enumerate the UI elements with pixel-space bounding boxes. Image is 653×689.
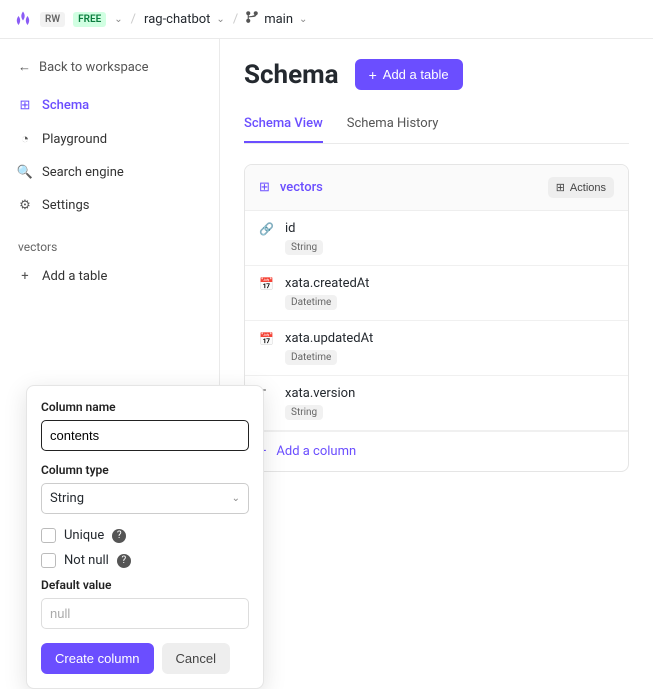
table-card-header: ⊞ vectors ⊞ Actions	[245, 165, 628, 211]
schema-icon: ⊞	[18, 98, 32, 113]
page-header: Schema + Add a table	[244, 59, 629, 90]
chevron-down-icon[interactable]: ⌄	[114, 14, 122, 25]
back-label: Back to workspace	[39, 60, 149, 75]
sidebar-item-label: Schema	[42, 98, 89, 113]
project-crumb[interactable]: rag-chatbot ⌄	[144, 12, 225, 27]
tab-schema-history[interactable]: Schema History	[347, 106, 439, 143]
help-icon[interactable]: ?	[117, 554, 131, 568]
type-chip: Datetime	[285, 295, 337, 310]
cancel-button[interactable]: Cancel	[162, 643, 230, 674]
add-table-button[interactable]: + Add a table	[355, 59, 463, 90]
column-name: xata.updatedAt	[285, 331, 373, 346]
help-icon[interactable]: ?	[112, 529, 126, 543]
sidebar-item-label: Settings	[42, 198, 89, 213]
table-card: ⊞ vectors ⊞ Actions 🔗 id String 📅 xata.c	[244, 164, 629, 472]
column-row[interactable]: 📅 xata.updatedAt Datetime	[245, 321, 628, 376]
main-content: Schema + Add a table Schema View Schema …	[220, 39, 653, 675]
sidebar-item-label: Add a table	[42, 269, 107, 284]
column-name: id	[285, 221, 323, 236]
add-column-button[interactable]: + Add a column	[245, 431, 628, 471]
back-to-workspace[interactable]: ← Back to workspace	[0, 53, 219, 89]
breadcrumb-sep: /	[131, 12, 136, 27]
default-value-input[interactable]	[41, 598, 249, 629]
default-value-label: Default value	[41, 578, 249, 592]
calendar-icon: 📅	[259, 332, 273, 346]
breadcrumb-sep: /	[233, 12, 238, 27]
unique-checkbox-row[interactable]: Unique ?	[41, 528, 249, 543]
actions-button[interactable]: ⊞ Actions	[548, 177, 614, 198]
topbar: RW FREE ⌄ / rag-chatbot ⌄ / main ⌄	[0, 0, 653, 39]
table-name[interactable]: vectors	[280, 180, 323, 195]
branch-crumb[interactable]: main ⌄	[246, 11, 307, 27]
arrow-left-icon: ←	[18, 59, 31, 75]
column-name-label: Column name	[41, 400, 249, 414]
type-chip: String	[285, 240, 323, 255]
column-row[interactable]: 📅 xata.createdAt Datetime	[245, 266, 628, 321]
project-name: rag-chatbot	[144, 12, 210, 27]
chevron-down-icon: ⌄	[216, 14, 224, 25]
column-name-input[interactable]	[41, 420, 249, 451]
type-chip: Datetime	[285, 350, 337, 365]
sidebar-item-settings[interactable]: ⚙ Settings	[0, 189, 219, 222]
calendar-icon: 📅	[259, 277, 273, 291]
table-icon: ⊞	[259, 180, 270, 195]
gear-icon: ⚙	[18, 198, 32, 213]
sidebar-add-table[interactable]: + Add a table	[0, 260, 219, 293]
button-label: Add a table	[383, 67, 449, 82]
chevron-down-icon: ⌄	[299, 14, 307, 25]
plus-icon: +	[18, 269, 32, 284]
column-row[interactable]: T xata.version String	[245, 376, 628, 431]
sidebar-item-label: Search engine	[42, 165, 124, 180]
playground-icon: ◔	[18, 131, 32, 147]
sidebar-item-schema[interactable]: ⊞ Schema	[0, 89, 219, 122]
column-name: xata.createdAt	[285, 276, 369, 291]
notnull-checkbox-row[interactable]: Not null ?	[41, 553, 249, 568]
branch-icon	[246, 11, 258, 27]
logo-icon	[14, 10, 32, 28]
column-type-label: Column type	[41, 463, 249, 477]
sidebar-item-search[interactable]: 🔍 Search engine	[0, 156, 219, 189]
link-icon: 🔗	[259, 222, 273, 236]
rw-badge: RW	[40, 12, 65, 27]
add-column-popover: Column name Column type String ⌄ Unique …	[26, 385, 264, 689]
sidebar-item-label: Playground	[42, 132, 107, 147]
tables-section-label[interactable]: vectors	[0, 222, 219, 260]
select-value: String	[50, 491, 84, 506]
column-type-select[interactable]: String ⌄	[41, 483, 249, 514]
checkbox-label: Unique	[64, 528, 104, 543]
sidebar-item-playground[interactable]: ◔ Playground	[0, 122, 219, 156]
column-name: xata.version	[285, 386, 355, 401]
button-label: Actions	[570, 182, 606, 194]
checkbox-label: Not null	[64, 553, 109, 568]
column-row[interactable]: 🔗 id String	[245, 211, 628, 266]
tabs: Schema View Schema History	[244, 106, 629, 144]
checkbox[interactable]	[41, 528, 56, 543]
page-title: Schema	[244, 60, 339, 90]
free-badge: FREE	[73, 12, 106, 27]
checkbox[interactable]	[41, 553, 56, 568]
tab-schema-view[interactable]: Schema View	[244, 106, 323, 143]
grid-icon: ⊞	[556, 181, 565, 194]
create-column-button[interactable]: Create column	[41, 643, 154, 674]
add-column-label: Add a column	[276, 444, 356, 459]
branch-name: main	[264, 12, 293, 27]
chevron-down-icon: ⌄	[232, 493, 240, 504]
type-chip: String	[285, 405, 323, 420]
plus-icon: +	[369, 68, 377, 82]
search-engine-icon: 🔍	[18, 165, 32, 180]
